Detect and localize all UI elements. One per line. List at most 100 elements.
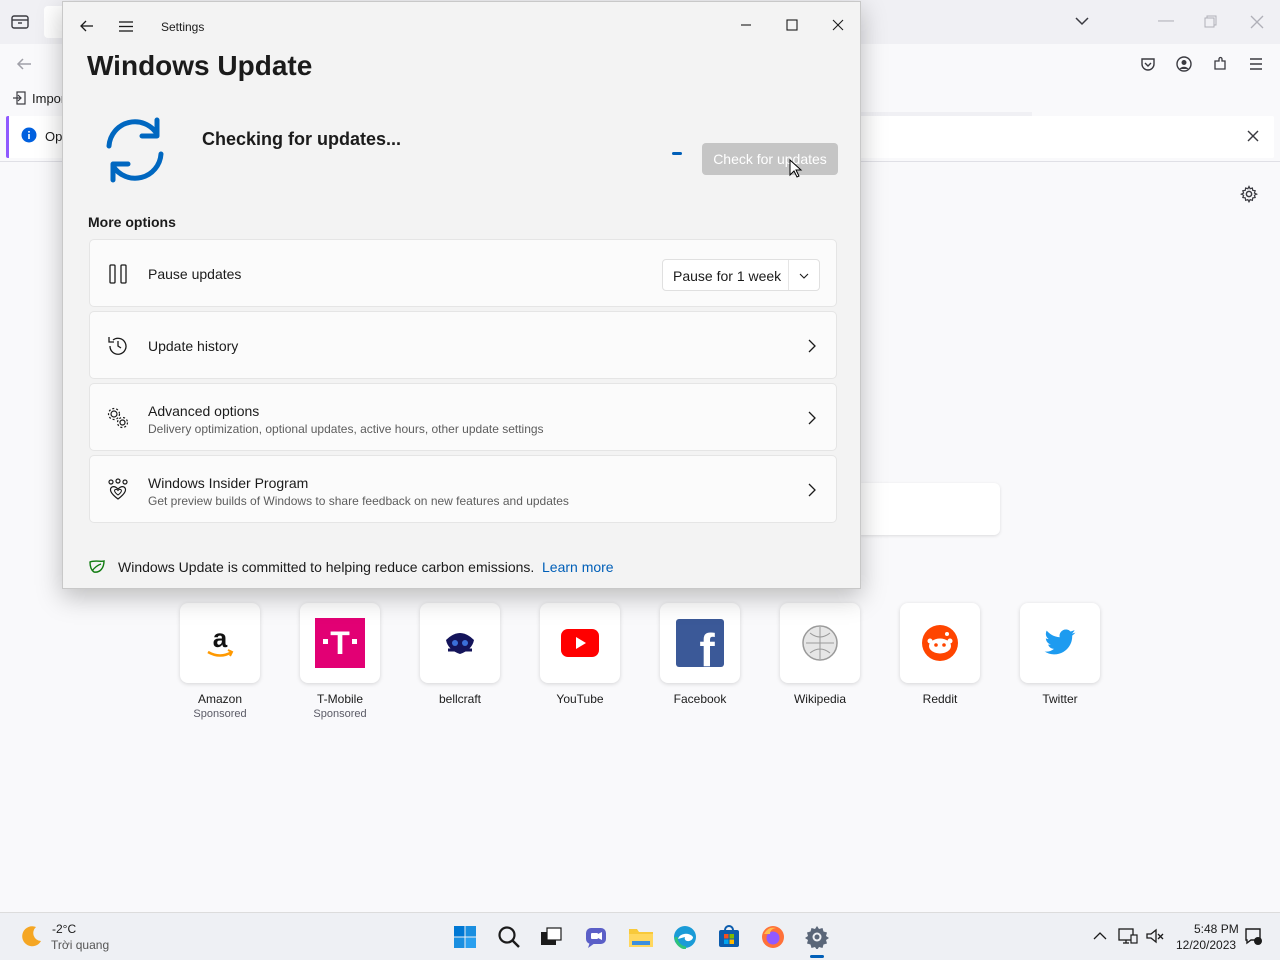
moon-weather-icon[interactable] [20,924,44,948]
import-icon [13,91,26,105]
menu-icon[interactable] [1248,57,1264,71]
tmobile-icon: T [315,618,365,668]
top-site-tmobile[interactable]: T T-Mobile Sponsored [300,603,380,720]
pocket-icon[interactable] [1140,56,1156,72]
store-button[interactable] [715,923,743,951]
wikipedia-icon [802,625,838,661]
close-icon [832,19,844,31]
top-site-wikipedia[interactable]: Wikipedia [780,603,860,706]
window-title: Settings [161,20,205,34]
file-explorer-button[interactable] [627,923,655,951]
sync-refresh-icon [106,117,164,183]
minimize-button[interactable] [723,10,769,40]
edge-button[interactable] [671,923,699,951]
history-icon [108,337,127,355]
amazon-icon: a [207,623,234,657]
check-for-updates-button[interactable]: Check for updates [702,143,838,175]
folder-icon [629,929,653,947]
chat-button[interactable] [582,923,610,951]
top-site-amazon[interactable]: a Amazon Sponsored [180,603,260,720]
notification-icon[interactable] [1244,927,1262,945]
tab-overview-icon[interactable] [11,14,29,30]
newtab-settings-gear-icon[interactable] [1240,185,1258,203]
taskbar: -2°C Trời quang 5:48 PM 12/20/2023 [0,912,1280,960]
teams-chat-icon [586,928,606,948]
advanced-options-card[interactable]: Advanced options Delivery optimization, … [89,383,837,451]
top-site-bellcraft[interactable]: bellcraft [420,603,500,706]
advanced-options-label: Advanced options [148,403,260,419]
weather-description[interactable]: Trời quang [51,938,109,952]
speaker-muted-icon[interactable] [1145,927,1165,945]
store-icon [719,925,739,947]
info-icon [21,127,37,143]
task-view-button[interactable] [537,923,565,951]
gears-icon [107,407,129,429]
notice-text: Op [45,129,63,144]
restore-icon[interactable] [1204,15,1218,29]
settings-gear-icon [805,926,829,949]
notice-close-icon[interactable] [1247,130,1259,142]
chevron-right-icon [808,483,816,497]
clock-date[interactable]: 12/20/2023 [1176,938,1236,952]
youtube-icon [561,629,599,657]
firefox-tab[interactable] [44,6,62,38]
settings-window: Settings Windows Update Checking for upd… [62,1,861,589]
mouse-cursor-icon [789,159,803,178]
task-view-icon [541,927,562,945]
start-button[interactable] [451,923,479,951]
svg-text:a: a [213,623,228,653]
reddit-icon [922,625,958,661]
clock-time[interactable]: 5:48 PM [1194,922,1239,936]
top-site-twitter[interactable]: Twitter [1020,603,1100,706]
page-title: Windows Update [87,50,313,81]
learn-more-link[interactable]: Learn more [542,559,614,575]
top-site-youtube[interactable]: YouTube [540,603,620,706]
chevron-right-icon [808,339,816,353]
top-site-reddit[interactable]: Reddit [900,603,980,706]
network-monitor-icon[interactable] [1118,927,1138,945]
svg-text:T: T [330,625,350,661]
dropdown-divider [788,260,789,290]
back-icon[interactable] [16,57,32,71]
minimize-icon [741,24,751,26]
close-button[interactable] [815,10,861,40]
carbon-message: Windows Update is committed to helping r… [118,559,535,575]
maximize-button[interactable] [769,10,815,40]
windows-insider-description: Get preview builds of Windows to share f… [148,494,569,508]
search-icon [498,926,520,948]
hamburger-menu-icon[interactable] [119,21,133,32]
import-bookmarks-link[interactable]: Impor [32,91,65,106]
back-arrow-icon[interactable] [80,20,94,32]
search-box-card[interactable] [860,483,1000,535]
update-history-label: Update history [148,338,239,354]
edge-icon [674,926,696,949]
svg-text:f: f [699,624,715,667]
advanced-options-description: Delivery optimization, optional updates,… [148,422,544,436]
firefox-button[interactable] [759,923,787,951]
settings-taskbar-button[interactable] [803,923,831,951]
firefox-icon [762,926,784,948]
progress-indicator [672,152,682,155]
list-tabs-icon[interactable] [1074,15,1090,27]
facebook-icon: f [676,619,724,667]
top-site-facebook[interactable]: f Facebook [660,603,740,706]
twitter-icon [1044,629,1076,655]
active-app-indicator [810,955,824,958]
extensions-icon[interactable] [1212,56,1228,72]
account-icon[interactable] [1176,56,1192,72]
weather-temperature[interactable]: -2°C [52,922,76,936]
update-status: Checking for updates... [202,129,402,149]
search-button[interactable] [495,923,523,951]
bellcraft-icon [446,633,474,654]
chevron-down-icon [799,273,809,279]
update-history-card[interactable]: Update history [89,311,837,379]
minimize-icon[interactable]: — [1158,13,1174,29]
maximize-icon [786,19,798,31]
chevron-right-icon [808,411,816,425]
windows-insider-label: Windows Insider Program [148,475,309,491]
close-icon[interactable] [1250,15,1264,29]
insider-hearts-icon [108,478,128,500]
chevron-up-icon[interactable] [1093,931,1107,941]
windows-insider-card[interactable]: Windows Insider Program Get preview buil… [89,455,837,523]
pause-duration-dropdown[interactable]: Pause for 1 week [662,259,820,291]
